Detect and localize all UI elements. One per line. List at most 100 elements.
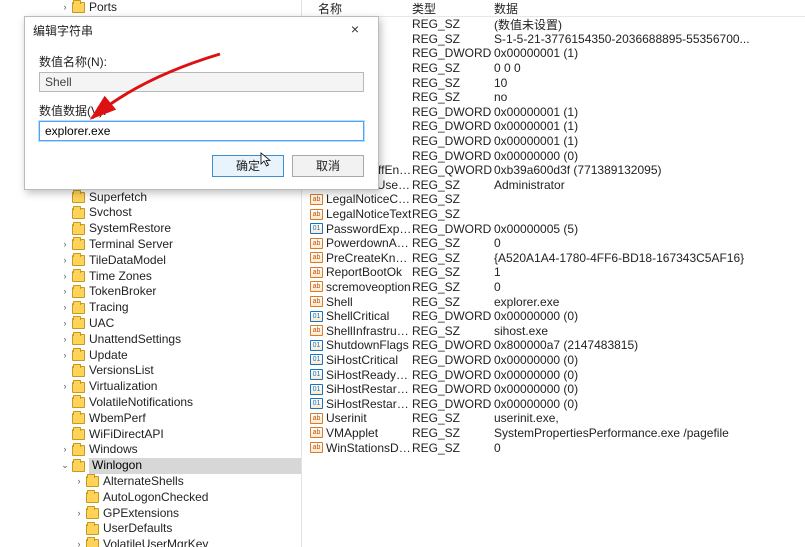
folder-icon <box>72 350 85 361</box>
value-name: ShellInfrastruct... <box>326 324 412 338</box>
value-row[interactable]: abPreCreateKnow...REG_SZ{A520A1A4-1780-4… <box>302 251 805 266</box>
cancel-button[interactable]: 取消 <box>292 155 364 177</box>
chevron-right-icon[interactable]: › <box>58 332 72 348</box>
value-row[interactable]: abLegalNoticeTextREG_SZ <box>302 207 805 222</box>
tree-item[interactable]: › Terminal Server <box>0 237 301 253</box>
tree-item[interactable]: VersionsList <box>0 363 301 379</box>
value-type: REG_SZ <box>412 265 494 279</box>
value-row[interactable]: 01ShellCriticalREG_DWORD0x00000000 (0) <box>302 309 805 324</box>
chevron-right-icon[interactable]: › <box>58 253 72 269</box>
close-icon[interactable]: × <box>338 19 372 41</box>
value-data: 0xb39a600d3f (771389132095) <box>494 163 805 177</box>
value-type: REG_DWORD <box>412 222 494 236</box>
folder-icon <box>72 382 85 393</box>
value-row[interactable]: abLegalNoticeCap...REG_SZ <box>302 192 805 207</box>
value-data: {A520A1A4-1780-4FF6-BD18-167343C5AF16} <box>494 251 805 265</box>
tree-item[interactable]: ⌄Winlogon <box>0 458 301 474</box>
ok-button[interactable]: 确定 <box>212 155 284 177</box>
tree-item[interactable]: ›Virtualization <box>0 379 301 395</box>
value-row[interactable]: 01SiHostRestartC...REG_DWORD0x00000000 (… <box>302 382 805 397</box>
value-type: REG_DWORD <box>412 149 494 163</box>
chevron-right-icon[interactable]: › <box>58 284 72 300</box>
tree-item[interactable]: › Update <box>0 348 301 364</box>
value-type: REG_SZ <box>412 426 494 440</box>
tree-item[interactable]: › Tracing <box>0 300 301 316</box>
tree-item[interactable]: ›UnattendSettings <box>0 332 301 348</box>
tree-item-label: VolatileUserMgrKey <box>103 537 301 547</box>
value-row[interactable]: 01SiHostReadyTi...REG_DWORD0x00000000 (0… <box>302 367 805 382</box>
dialog-titlebar[interactable]: 编辑字符串 × <box>25 17 378 43</box>
tree-item[interactable]: ›UAC <box>0 316 301 332</box>
string-value-icon: ab <box>310 194 323 205</box>
tree-item[interactable]: WbemPerf <box>0 411 301 427</box>
value-row[interactable]: 01PasswordExpiry...REG_DWORD0x00000005 (… <box>302 221 805 236</box>
tree-item[interactable]: VolatileNotifications <box>0 395 301 411</box>
tree-item-label: Update <box>89 348 301 364</box>
value-row[interactable]: abWinStationsDis...REG_SZ0 <box>302 440 805 455</box>
tree-item[interactable]: AutoLogonChecked <box>0 490 301 506</box>
value-type: REG_DWORD <box>412 46 494 60</box>
chevron-down-icon[interactable]: ⌄ <box>58 458 72 474</box>
tree-item[interactable]: ›Windows <box>0 442 301 458</box>
value-type: REG_DWORD <box>412 353 494 367</box>
value-data: userinit.exe, <box>494 411 805 425</box>
value-name: SiHostRestartC... <box>326 382 412 396</box>
value-row[interactable]: abShellInfrastruct...REG_SZsihost.exe <box>302 323 805 338</box>
chevron-right-icon[interactable]: › <box>58 237 72 253</box>
tree-item[interactable]: › VolatileUserMgrKey <box>0 537 301 547</box>
tree-item[interactable]: UserDefaults <box>0 521 301 537</box>
value-data: 0 <box>494 441 805 455</box>
chevron-right-icon[interactable]: › <box>72 537 86 547</box>
value-data: 10 <box>494 76 805 90</box>
value-row[interactable]: abReportBootOkREG_SZ1 <box>302 265 805 280</box>
value-name: LegalNoticeCap... <box>326 192 412 206</box>
tree-item[interactable]: ›GPExtensions <box>0 506 301 522</box>
chevron-right-icon[interactable]: › <box>72 474 86 490</box>
value-row[interactable]: 01ShutdownFlagsREG_DWORD0x800000a7 (2147… <box>302 338 805 353</box>
tree-item[interactable]: Superfetch <box>0 190 301 206</box>
tree-item[interactable]: Svchost <box>0 205 301 221</box>
tree-item-label: Tracing <box>89 300 301 316</box>
chevron-right-icon[interactable]: › <box>58 0 72 16</box>
tree-item[interactable]: ›TokenBroker <box>0 284 301 300</box>
folder-icon <box>72 303 85 314</box>
value-data: 0x00000000 (0) <box>494 397 805 411</box>
tree-item[interactable]: ›AlternateShells <box>0 474 301 490</box>
value-type: REG_DWORD <box>412 382 494 396</box>
tree-item[interactable]: ›Ports <box>0 0 301 16</box>
chevron-right-icon[interactable]: › <box>58 379 72 395</box>
folder-icon <box>72 397 85 408</box>
tree-item-label: Superfetch <box>89 190 301 206</box>
folder-icon <box>72 318 85 329</box>
value-data: 0 <box>494 280 805 294</box>
value-name: scremoveoption <box>326 280 412 294</box>
value-row[interactable]: 01SiHostRestartTi...REG_DWORD0x00000000 … <box>302 396 805 411</box>
tree-item[interactable]: WiFiDirectAPI <box>0 427 301 443</box>
chevron-right-icon[interactable]: › <box>58 348 72 364</box>
tree-item[interactable]: ›TileDataModel <box>0 253 301 269</box>
value-data-label: 数值数据(V): <box>39 102 364 119</box>
folder-icon <box>86 476 99 487</box>
chevron-right-icon[interactable]: › <box>58 269 72 285</box>
dialog-title: 编辑字符串 <box>33 22 93 39</box>
tree-item-label: SystemRestore <box>89 221 301 237</box>
col-data[interactable]: 数据 <box>494 0 805 17</box>
col-type[interactable]: 类型 <box>412 0 494 17</box>
value-row[interactable]: abscremoveoptionREG_SZ0 <box>302 280 805 295</box>
chevron-right-icon[interactable]: › <box>58 316 72 332</box>
value-data-field[interactable] <box>39 121 364 141</box>
chevron-right-icon[interactable]: › <box>58 442 72 458</box>
value-row[interactable]: abUserinitREG_SZuserinit.exe, <box>302 411 805 426</box>
tree-item[interactable]: ›Time Zones <box>0 269 301 285</box>
tree-item[interactable]: SystemRestore <box>0 221 301 237</box>
value-data: SystemPropertiesPerformance.exe /pagefil… <box>494 426 805 440</box>
chevron-right-icon[interactable]: › <box>58 300 72 316</box>
col-name[interactable]: 名称 <box>302 0 412 17</box>
chevron-right-icon[interactable]: › <box>72 506 86 522</box>
value-row[interactable]: abShellREG_SZexplorer.exe <box>302 294 805 309</box>
folder-icon <box>72 287 85 298</box>
value-row[interactable]: abVMAppletREG_SZSystemPropertiesPerforma… <box>302 426 805 441</box>
value-row[interactable]: 01SiHostCriticalREG_DWORD0x00000000 (0) <box>302 353 805 368</box>
tree-item-label: Terminal Server <box>89 237 301 253</box>
value-row[interactable]: abPowerdownAfte...REG_SZ0 <box>302 236 805 251</box>
